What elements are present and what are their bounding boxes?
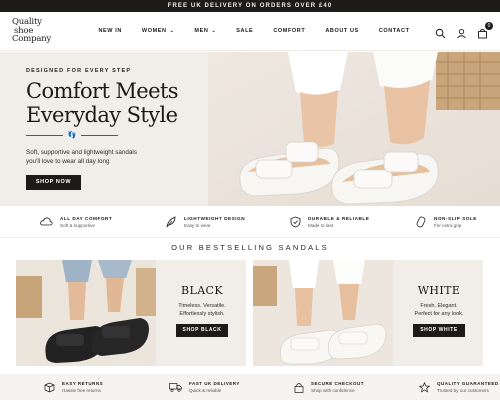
- shop-black-button[interactable]: SHOP BLACK: [176, 324, 228, 337]
- cart-count-badge: 0: [485, 21, 493, 30]
- hero-divider: 👣: [26, 131, 118, 139]
- cloud-icon: [40, 217, 53, 226]
- product-description: Fresh. Elegant. Perfect for any look.: [399, 303, 479, 318]
- black-sandals-image: [16, 260, 156, 366]
- feature-item: NON-SLIP SOLE For extra grip: [375, 216, 500, 228]
- chevron-down-icon: ⌄: [169, 28, 175, 34]
- hero-eyebrow: DESIGNED FOR EVERY STEP: [26, 68, 132, 74]
- usp-subtitle: Shop with confidence: [311, 388, 355, 393]
- usp-title: SECURE CHECKOUT: [311, 381, 365, 386]
- feather-icon: [166, 215, 176, 227]
- nav-item-men[interactable]: MEN ⌄: [194, 28, 216, 34]
- shop-now-button[interactable]: SHOP NOW: [26, 175, 81, 190]
- truck-icon: [169, 383, 182, 392]
- usp-item: FAST UK DELIVERY Quick & reliable: [125, 381, 250, 393]
- product-desc-line: Effortlessly stylish.: [179, 310, 225, 317]
- footprints-icon: 👣: [67, 132, 77, 139]
- sole-icon: [416, 216, 426, 227]
- nav-label: WOMEN: [141, 28, 167, 34]
- site-header: Quality shoe Company NEW IN WOMEN ⌄ MEN ⌄ …: [0, 12, 500, 51]
- hero-subtitle: Soft, supportive and lightweight sandals…: [26, 149, 137, 165]
- nav-item-comfort[interactable]: COMFORT: [273, 28, 305, 34]
- features-bar: ALL DAY COMFORT Soft & supportive LIGHTWE…: [0, 206, 500, 238]
- announcement-bar: FREE UK DELIVERY ON ORDERS OVER £40: [0, 0, 500, 12]
- shield-check-icon: [290, 216, 301, 227]
- white-sandals-image: [253, 260, 393, 366]
- nav-label: ABOUT US: [325, 28, 359, 34]
- nav-label: COMFORT: [273, 28, 306, 34]
- announcement-text: FREE UK DELIVERY ON ORDERS OVER £40: [167, 3, 333, 9]
- feature-subtitle: Easy to wear: [184, 222, 211, 228]
- header-icons: 0: [428, 21, 493, 38]
- logo-line-3: Company: [12, 34, 52, 45]
- nav-label: NEW IN: [98, 28, 122, 34]
- feature-subtitle: Soft & supportive: [60, 222, 95, 228]
- search-icon[interactable]: [435, 26, 446, 38]
- box-icon: [44, 382, 55, 392]
- usp-item: QUALITY GUARANTEED Trusted by our custome…: [375, 381, 500, 393]
- feature-title: NON-SLIP SOLE: [434, 215, 477, 221]
- usp-title: EASY RETURNS: [62, 381, 104, 386]
- hero-banner: DESIGNED FOR EVERY STEP Comfort Meets Ev…: [0, 52, 500, 206]
- usp-item: SECURE CHECKOUT Shop with confidence: [250, 381, 375, 393]
- feature-title: DURABLE & RELIABLE: [308, 215, 370, 221]
- nav-item-contact[interactable]: CONTACT: [379, 28, 410, 34]
- product-name: WHITE: [417, 284, 461, 297]
- product-description: Timeless. Versatile. Effortlessly stylis…: [162, 303, 242, 318]
- logo[interactable]: Quality shoe Company: [12, 18, 74, 44]
- cart-icon[interactable]: 0: [477, 21, 493, 38]
- feature-title: LIGHTWEIGHT DESIGN: [184, 215, 246, 221]
- product-card-white[interactable]: WHITE Fresh. Elegant. Perfect for any lo…: [253, 260, 483, 366]
- nav-label: CONTACT: [378, 28, 410, 34]
- hero-sandals-image: [208, 52, 500, 206]
- usp-subtitle: Quick & reliable: [189, 388, 222, 393]
- product-desc-line: Timeless. Versatile.: [178, 303, 226, 309]
- feature-item: ALL DAY COMFORT Soft & supportive: [0, 216, 125, 228]
- usp-subtitle: Trusted by our customers: [437, 388, 489, 393]
- feature-item: DURABLE & RELIABLE Made to last: [250, 216, 375, 228]
- nav-label: MEN: [194, 28, 209, 34]
- hero-title: Comfort Meets Everyday Style: [26, 79, 226, 127]
- product-name: BLACK: [181, 284, 223, 297]
- nav-item-new-in[interactable]: NEW IN: [98, 28, 121, 34]
- product-card-black[interactable]: BLACK Timeless. Versatile. Effortlessly …: [16, 260, 246, 366]
- nav-item-sale[interactable]: SALE: [236, 28, 253, 34]
- hero-title-line-1: Comfort Meets: [26, 79, 179, 103]
- usp-title: FAST UK DELIVERY: [189, 381, 240, 386]
- feature-item: LIGHTWEIGHT DESIGN Easy to wear: [125, 216, 250, 228]
- nav-label: SALE: [236, 28, 254, 34]
- hero-text: DESIGNED FOR EVERY STEP Comfort Meets Ev…: [26, 68, 226, 190]
- usp-item: EASY RETURNS Hassle free returns: [0, 381, 125, 393]
- chevron-down-icon: ⌄: [211, 28, 217, 34]
- main-nav: NEW IN WOMEN ⌄ MEN ⌄ SALE COMFORT ABOUT US…: [74, 28, 428, 34]
- card-text: BLACK Timeless. Versatile. Effortlessly …: [162, 284, 242, 337]
- feature-title: ALL DAY COMFORT: [60, 215, 113, 221]
- feature-subtitle: Made to last: [308, 222, 334, 228]
- feature-subtitle: For extra grip: [434, 222, 462, 228]
- usp-subtitle: Hassle free returns: [62, 388, 101, 393]
- nav-item-about-us[interactable]: ABOUT US: [325, 28, 359, 34]
- bestsellers-heading: OUR BESTSELLING SANDALS: [171, 243, 329, 252]
- user-icon[interactable]: [456, 26, 467, 38]
- nav-item-women[interactable]: WOMEN ⌄: [142, 28, 175, 34]
- usp-bar: EASY RETURNS Hassle free returns FAST UK …: [0, 374, 500, 400]
- hero-title-line-2: Everyday Style: [26, 103, 178, 127]
- product-desc-line: Perfect for any look.: [414, 310, 464, 317]
- shop-white-button[interactable]: SHOP WHITE: [413, 324, 465, 337]
- product-desc-line: Fresh. Elegant.: [420, 303, 458, 309]
- lock-icon: [294, 382, 304, 393]
- star-icon: [419, 381, 430, 393]
- usp-title: QUALITY GUARANTEED: [437, 381, 499, 386]
- card-text: WHITE Fresh. Elegant. Perfect for any lo…: [399, 284, 479, 337]
